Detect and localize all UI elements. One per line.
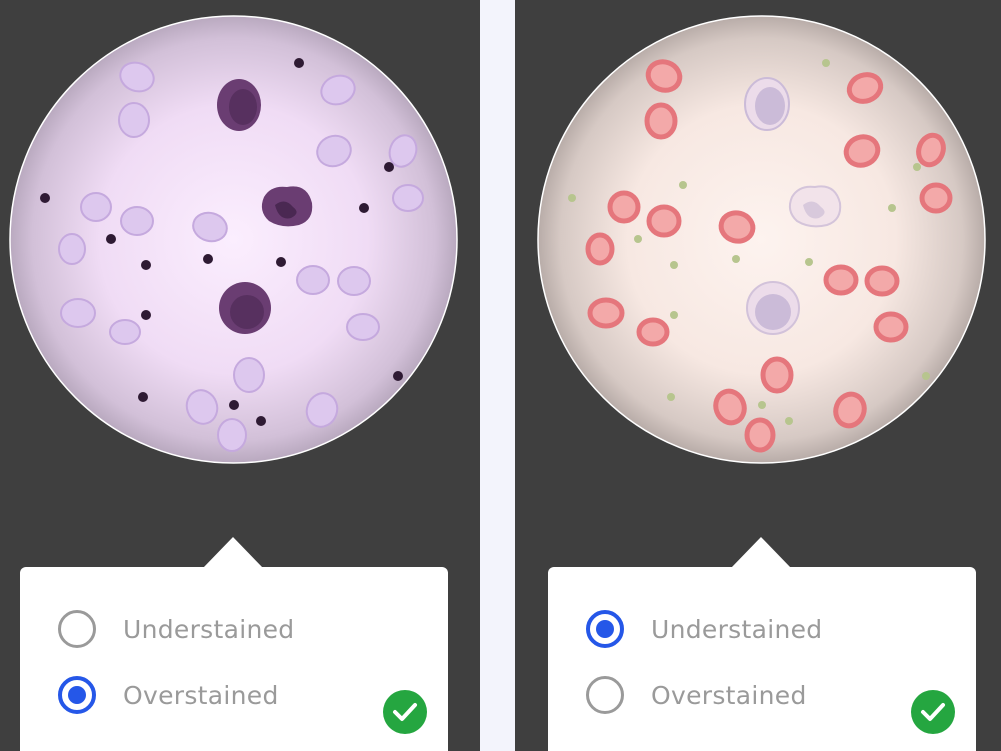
left-panel: Understained Overstained (0, 0, 480, 751)
overstained-radio[interactable] (58, 676, 96, 714)
understained-slide-image (537, 15, 986, 464)
overstained-radio[interactable] (586, 676, 624, 714)
check-circle-icon (911, 690, 955, 734)
option-understained[interactable]: Understained (586, 607, 822, 651)
understained-radio[interactable] (58, 610, 96, 648)
check-circle-icon (383, 690, 427, 734)
understained-radio[interactable] (586, 610, 624, 648)
overstained-slide-image (9, 15, 458, 464)
card-pointer (731, 537, 791, 568)
option-label: Understained (651, 614, 823, 644)
option-overstained[interactable]: Overstained (586, 673, 807, 717)
option-label: Overstained (651, 680, 807, 710)
answer-card: Understained Overstained (20, 537, 448, 751)
option-overstained[interactable]: Overstained (58, 673, 279, 717)
right-panel: Understained Overstained (515, 0, 1001, 751)
option-understained[interactable]: Understained (58, 607, 294, 651)
option-label: Overstained (123, 680, 279, 710)
answer-card: Understained Overstained (548, 537, 976, 751)
option-label: Understained (123, 614, 295, 644)
card-pointer (203, 537, 263, 568)
